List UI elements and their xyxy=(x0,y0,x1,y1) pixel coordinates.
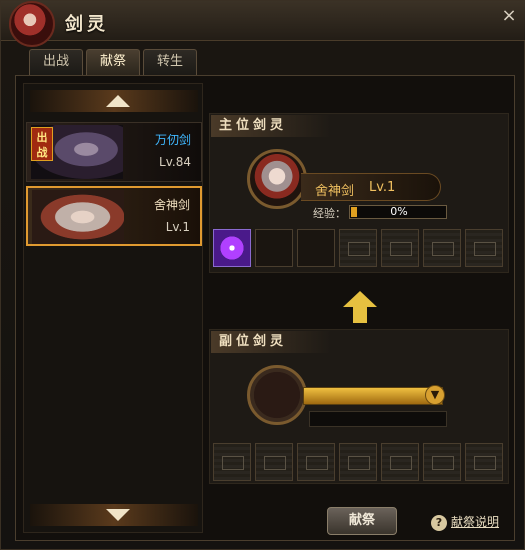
skill-slot[interactable] xyxy=(255,229,293,267)
list-scroll-down-button[interactable] xyxy=(30,504,198,526)
skill-slot-locked[interactable] xyxy=(297,443,335,481)
sacrifice-button[interactable]: 献祭 xyxy=(327,507,397,535)
skill-slot[interactable] xyxy=(297,229,335,267)
sub-spirit-select[interactable] xyxy=(303,387,443,405)
tab-bar: 出战 献祭 转生 xyxy=(29,49,197,75)
tab-rebirth[interactable]: 转生 xyxy=(143,49,197,75)
skill-slot-locked[interactable] xyxy=(339,229,377,267)
spirit-list-item[interactable]: 出战 万仞剑 Lv.84 xyxy=(26,122,202,182)
skill-slot-locked[interactable] xyxy=(339,443,377,481)
sub-spirit-avatar[interactable] xyxy=(247,365,307,425)
help-text: 献祭说明 xyxy=(451,515,500,529)
sub-skill-slots xyxy=(213,443,503,483)
skill-slot-locked[interactable] xyxy=(423,229,461,267)
deployed-badge: 出战 xyxy=(31,127,53,161)
spirit-name: 舍神剑 xyxy=(153,198,190,212)
main-spirit-level: Lv.1 xyxy=(369,180,396,195)
sacrifice-help-link[interactable]: ? 献祭说明 xyxy=(431,513,499,531)
title-bar: 剑灵 × xyxy=(1,1,525,47)
tab-sacrifice[interactable]: 献祭 xyxy=(86,49,140,75)
spirit-list: 出战 万仞剑 Lv.84 舍神剑 Lv.1 xyxy=(23,83,203,533)
title-portrait-icon xyxy=(9,1,55,47)
exp-bar: 0% xyxy=(349,205,447,219)
spirit-list-item-selected[interactable]: 舍神剑 Lv.1 xyxy=(26,186,202,246)
spirit-name: 万仞剑 xyxy=(154,133,191,147)
skill-slot-locked[interactable] xyxy=(423,443,461,481)
sword-spirit-window: 剑灵 × 出战 献祭 转生 出战 万仞剑 Lv.84 舍神剑 Lv.1 主位剑灵 xyxy=(0,0,525,550)
question-icon: ? xyxy=(431,515,447,531)
chevron-down-icon[interactable]: ▼ xyxy=(425,385,445,405)
arrow-down-icon xyxy=(106,509,130,521)
close-button[interactable]: × xyxy=(500,7,518,25)
spirit-portrait xyxy=(32,190,124,244)
main-spirit-header: 主位剑灵 xyxy=(211,115,331,137)
main-spirit-avatar[interactable] xyxy=(247,149,307,209)
skill-slot-locked[interactable] xyxy=(213,443,251,481)
arrow-up-icon xyxy=(106,95,130,107)
main-skill-slots xyxy=(213,229,503,269)
main-spirit-name-bar: 舍神剑 Lv.1 xyxy=(301,173,441,201)
transfer-up-arrow-icon xyxy=(343,291,377,325)
sub-spirit-header: 副位剑灵 xyxy=(211,331,331,353)
list-scroll-up-button[interactable] xyxy=(30,90,198,112)
skill-slot-locked[interactable] xyxy=(465,229,503,267)
spirit-level: Lv.1 xyxy=(165,220,190,234)
exp-label: 经验： xyxy=(313,207,346,220)
spirit-level: Lv.84 xyxy=(159,155,191,169)
skill-slot-locked[interactable] xyxy=(381,443,419,481)
skill-slot[interactable] xyxy=(213,229,251,267)
sub-spirit-info-field xyxy=(309,411,447,427)
tab-battle[interactable]: 出战 xyxy=(29,49,83,75)
skill-slot-locked[interactable] xyxy=(465,443,503,481)
skill-slot-locked[interactable] xyxy=(381,229,419,267)
main-spirit-name: 舍神剑 xyxy=(315,184,355,199)
skill-slot-locked[interactable] xyxy=(255,443,293,481)
exp-percent: 0% xyxy=(390,205,408,218)
window-title: 剑灵 xyxy=(65,14,109,35)
